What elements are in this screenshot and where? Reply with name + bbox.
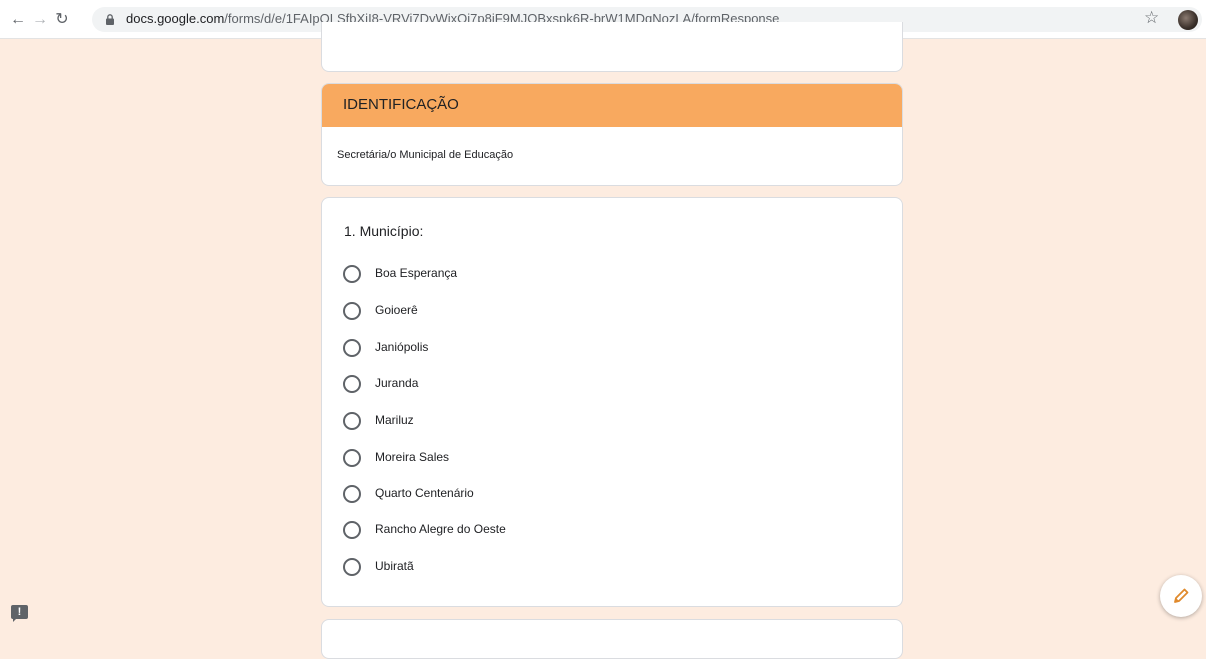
radio-option[interactable]: Boa Esperança [343, 264, 743, 286]
radio-button-icon[interactable] [343, 449, 361, 467]
radio-option[interactable]: Ubiratã [343, 557, 743, 579]
forward-arrow-icon[interactable]: → [30, 10, 50, 30]
radio-button-icon[interactable] [343, 375, 361, 393]
back-arrow-icon[interactable]: ← [8, 10, 28, 30]
profile-avatar[interactable] [1178, 10, 1198, 30]
radio-button-icon[interactable] [343, 558, 361, 576]
radio-button-icon[interactable] [343, 265, 361, 283]
lock-icon [106, 14, 114, 25]
option-label: Goioerê [375, 303, 418, 317]
radio-option[interactable]: Rancho Alegre do Oeste [343, 520, 743, 542]
radio-option[interactable]: Goioerê [343, 301, 743, 323]
option-label: Ubiratã [375, 559, 414, 573]
question-title: 1. Município: [344, 223, 424, 239]
option-label: Quarto Centenário [375, 486, 474, 500]
option-label: Boa Esperança [375, 266, 458, 280]
section-header: IDENTIFICAÇÃO [322, 84, 902, 127]
option-label: Rancho Alegre do Oeste [375, 522, 506, 536]
radio-option[interactable]: Moreira Sales [343, 448, 743, 470]
option-label: Janiópolis [375, 340, 429, 354]
pencil-icon [1174, 588, 1189, 603]
question-card-municipio: 1. Município: Boa Esperança Goioerê Jani… [321, 197, 903, 607]
radio-button-icon[interactable] [343, 302, 361, 320]
radio-button-icon[interactable] [343, 339, 361, 357]
radio-option[interactable]: Juranda [343, 374, 743, 396]
option-label: Juranda [375, 376, 419, 390]
radio-option[interactable]: Janiópolis [343, 338, 743, 360]
option-label: Mariluz [375, 413, 414, 427]
next-section-card [321, 619, 903, 659]
radio-button-icon[interactable] [343, 485, 361, 503]
reload-icon[interactable]: ↻ [52, 10, 72, 30]
edit-button[interactable] [1160, 575, 1202, 617]
option-label: Moreira Sales [375, 450, 450, 464]
radio-option[interactable]: Mariluz [343, 411, 743, 433]
url-domain: docs.google.com [126, 11, 225, 26]
radio-button-icon[interactable] [343, 521, 361, 539]
bookmark-star-icon[interactable]: ☆ [1144, 8, 1159, 28]
section-card-identificacao: IDENTIFICAÇÃO Secretária/o Municipal de … [321, 83, 903, 186]
radio-button-icon[interactable] [343, 412, 361, 430]
previous-section-card [321, 22, 903, 72]
feedback-icon[interactable]: ! [11, 605, 28, 622]
radio-option[interactable]: Quarto Centenário [343, 484, 743, 506]
section-description: Secretária/o Municipal de Educação [337, 149, 514, 161]
